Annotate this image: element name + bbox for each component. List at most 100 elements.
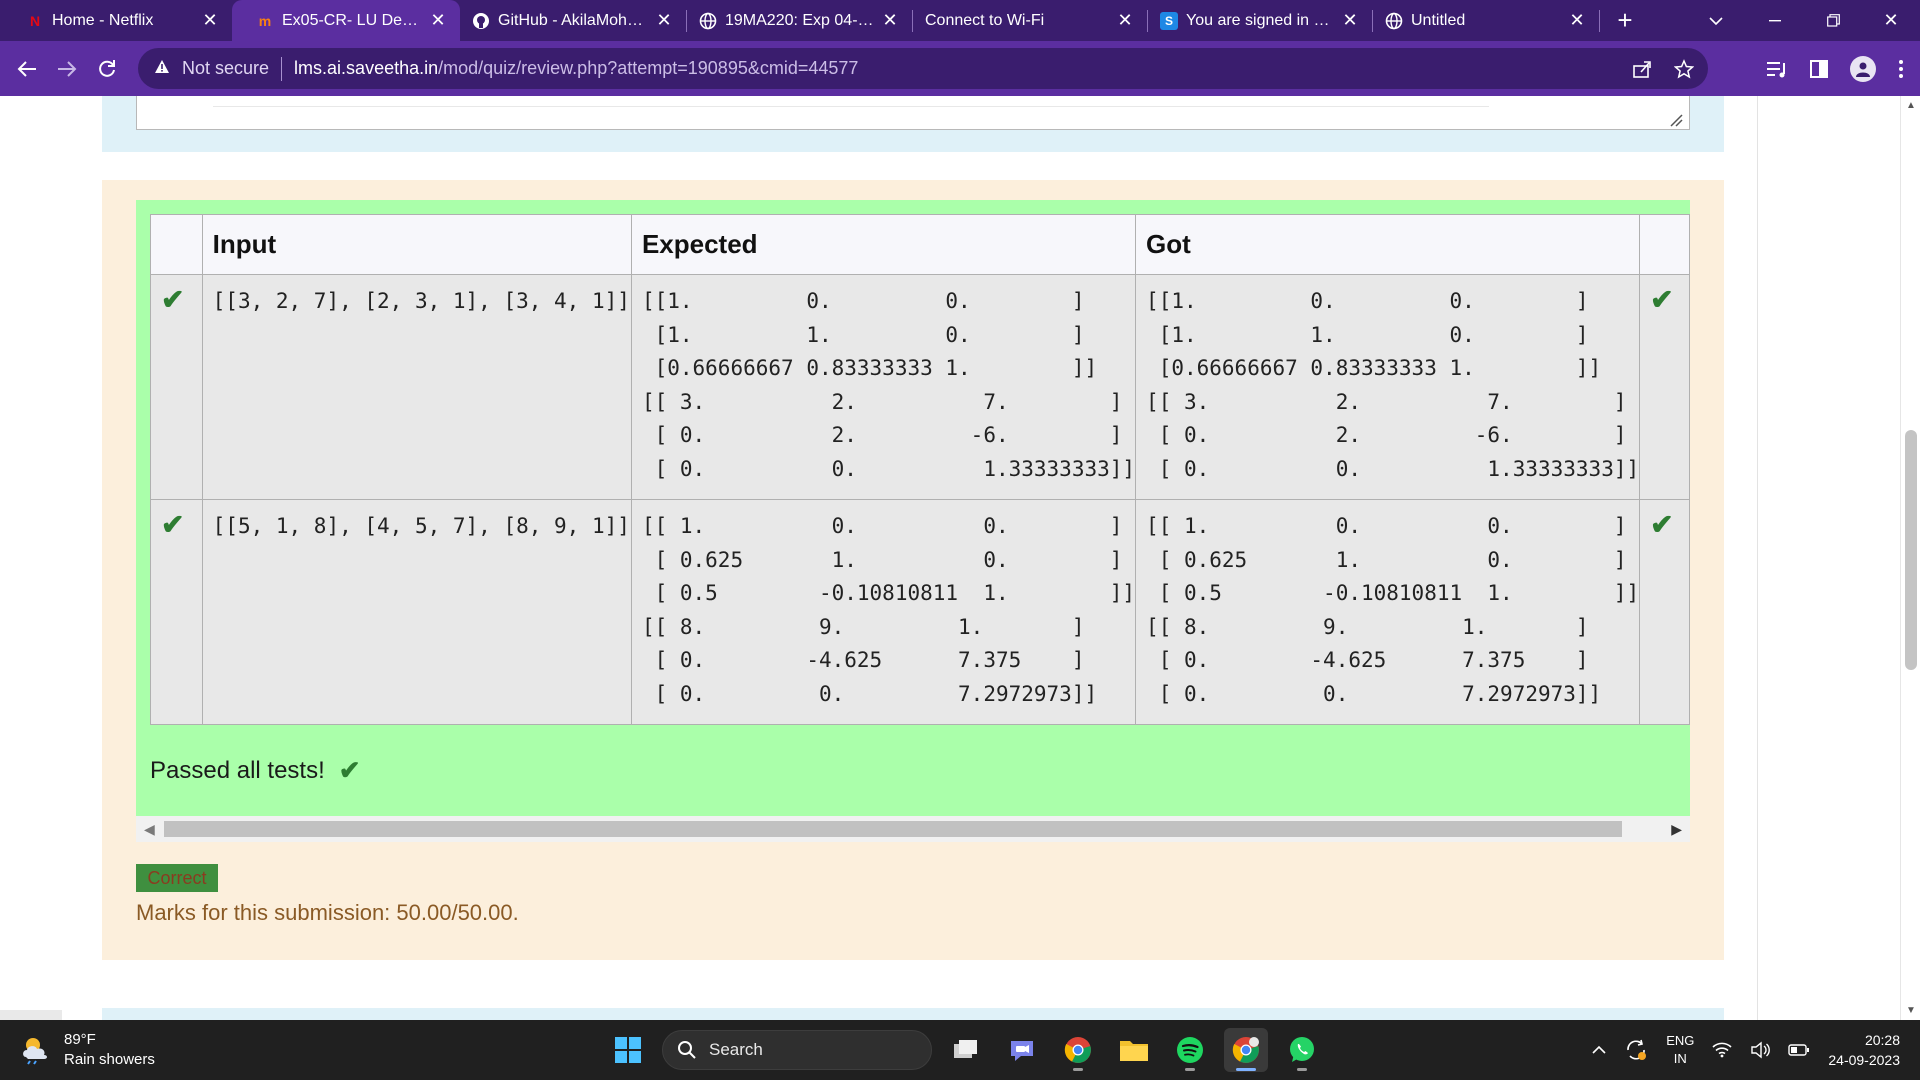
language-indicator[interactable]: ENG IN [1666, 1032, 1694, 1068]
task-view-icon [954, 1040, 977, 1058]
scrollbar-thumb[interactable] [164, 821, 1622, 837]
scroll-left-icon[interactable]: ◀ [144, 821, 155, 838]
clock-time: 20:28 [1864, 1032, 1900, 1048]
forward-button[interactable] [47, 49, 87, 89]
sync-icon[interactable] [1624, 1038, 1648, 1062]
restore-button[interactable] [1804, 0, 1862, 41]
reload-icon [99, 59, 115, 77]
scroll-down-icon[interactable]: ▼ [1906, 1005, 1916, 1016]
start-button[interactable] [606, 1028, 650, 1072]
taskbar: 89°F Rain showers Search ENG IN 20:28 24… [0, 1020, 1920, 1080]
new-tab-button[interactable]: + [1600, 0, 1650, 41]
horizontal-scrollbar[interactable]: ◀ ▶ [136, 816, 1690, 842]
tab-lu-decomposition[interactable]: m Ex05-CR- LU Decomp ✕ [232, 0, 460, 41]
chrome-profile-app[interactable] [1224, 1028, 1268, 1072]
kebab-menu-icon[interactable] [1898, 59, 1904, 79]
taskbar-search[interactable]: Search [662, 1030, 932, 1070]
check-icon: ✔ [338, 755, 361, 785]
spotify-app[interactable] [1168, 1028, 1212, 1072]
result-cell: ✔ [1639, 274, 1690, 500]
url-path: /mod/quiz/review.php?attempt=190895&cmid… [438, 58, 859, 78]
reload-button[interactable] [87, 49, 127, 89]
table-header-row: Input Expected Got [150, 214, 1690, 275]
tab-title: Ex05-CR- LU Decomp [282, 11, 422, 29]
teams-chat-button[interactable] [1000, 1028, 1044, 1072]
side-panel-icon[interactable] [1810, 59, 1828, 78]
got-value: [[1. 0. 0. ] [1. 1. 0. ] [0.66666667 0.8… [1146, 289, 1640, 481]
back-button[interactable] [7, 49, 47, 89]
volume-icon[interactable] [1750, 1041, 1771, 1059]
chevron-up-icon[interactable] [1592, 1045, 1606, 1055]
vertical-scrollbar[interactable]: ▲ ▼ [1900, 96, 1920, 1020]
table-row: ✔ [[5, 1, 8], [4, 5, 7], [8, 9, 1]] [[ 1… [150, 499, 1690, 725]
close-icon[interactable]: ✕ [1340, 10, 1360, 31]
got-cell: [[ 1. 0. 0. ] [ 0.625 1. 0. ] [ 0.5 -0.1… [1135, 499, 1641, 725]
chrome-icon [1232, 1037, 1259, 1063]
check-icon: ✔ [161, 284, 185, 315]
header-input: Input [201, 214, 632, 275]
close-icon[interactable]: ✕ [1115, 10, 1135, 31]
system-tray: ENG IN 20:28 24-09-2023 [1592, 1028, 1900, 1072]
close-icon[interactable]: ✕ [654, 10, 674, 31]
tab-strip: N Home - Netflix ✕ m Ex05-CR- LU Decomp … [0, 0, 1920, 41]
input-value: [[5, 1, 8], [4, 5, 7], [8, 9, 1]] [212, 514, 630, 538]
clock[interactable]: 20:28 24-09-2023 [1828, 1030, 1900, 1070]
media-queue-icon[interactable] [1766, 60, 1788, 78]
tab-github[interactable]: GitHub - AkilaMohan/ ✕ [460, 0, 686, 41]
scroll-right-icon[interactable]: ▶ [1671, 821, 1682, 838]
close-icon[interactable]: ✕ [428, 10, 448, 31]
security-label[interactable]: Not secure [182, 58, 269, 79]
weather-widget[interactable]: 89°F Rain showers [20, 1030, 155, 1070]
lang-bottom: IN [1673, 1051, 1687, 1066]
chevron-down-icon [1709, 16, 1723, 25]
address-divider [281, 56, 283, 81]
answer-textarea[interactable] [136, 96, 1690, 130]
results-table: Input Expected Got ✔ [[3, 2, 7], [2, 3, … [150, 214, 1690, 725]
wifi-icon[interactable] [1712, 1042, 1732, 1058]
tab-exp04[interactable]: 19MA220: Exp 04- Re ✕ [687, 0, 912, 41]
share-icon[interactable] [1632, 60, 1652, 78]
address-bar[interactable]: Not secure lms.ai.saveetha.in/mod/quiz/r… [138, 48, 1708, 89]
whatsapp-app[interactable] [1280, 1028, 1324, 1072]
file-explorer-app[interactable] [1112, 1028, 1156, 1072]
search-icon [678, 1041, 696, 1059]
url-host: lms.ai.saveetha.in [294, 58, 439, 78]
resize-handle-icon[interactable] [1669, 113, 1683, 127]
chat-icon [1011, 1041, 1033, 1061]
taskbar-apps: Search [606, 1028, 1324, 1072]
close-icon[interactable]: ✕ [200, 10, 220, 31]
chrome-app[interactable] [1056, 1028, 1100, 1072]
tab-signed-in[interactable]: S You are signed in as 2 ✕ [1148, 0, 1372, 41]
bookmark-star-icon[interactable] [1674, 58, 1694, 79]
tab-title: GitHub - AkilaMohan/ [498, 11, 648, 29]
page-content: Input Expected Got ✔ [[3, 2, 7], [2, 3, … [0, 96, 1920, 1020]
warning-icon[interactable] [152, 59, 172, 79]
feedback-panel: Input Expected Got ✔ [[3, 2, 7], [2, 3, … [102, 180, 1724, 960]
got-value: [[ 1. 0. 0. ] [ 0.625 1. 0. ] [ 0.5 -0.1… [1146, 514, 1640, 706]
tab-wifi[interactable]: Connect to Wi-Fi ✕ [913, 0, 1147, 41]
check-icon: ✔ [1650, 509, 1674, 540]
tab-title: Home - Netflix [52, 11, 154, 29]
close-icon[interactable]: ✕ [880, 10, 900, 31]
close-icon[interactable]: ✕ [1567, 10, 1587, 31]
person-icon [1856, 62, 1870, 77]
windows-logo-icon [615, 1037, 641, 1063]
got-cell: [[1. 0. 0. ] [1. 1. 0. ] [0.66666667 0.8… [1135, 274, 1641, 500]
weather-text: 89°F Rain showers [64, 1030, 155, 1070]
close-window-button[interactable]: ✕ [1862, 0, 1920, 41]
page-divider [1757, 96, 1758, 1020]
scrollbar-thumb[interactable] [1905, 430, 1917, 670]
tab-untitled[interactable]: Untitled ✕ [1373, 0, 1599, 41]
profile-avatar[interactable] [1850, 55, 1876, 82]
running-indicator [1185, 1068, 1195, 1071]
netflix-icon: N [29, 13, 41, 29]
test-results-box: Input Expected Got ✔ [[3, 2, 7], [2, 3, … [136, 200, 1690, 816]
expected-cell: [[ 1. 0. 0. ] [ 0.625 1. 0. ] [ 0.5 -0.1… [630, 499, 1137, 725]
browser-extensions [1766, 48, 1904, 89]
task-view-button[interactable] [944, 1028, 988, 1072]
minimize-button[interactable] [1746, 0, 1804, 41]
tab-search-button[interactable] [1686, 0, 1746, 41]
battery-icon[interactable] [1788, 1043, 1810, 1057]
scroll-up-icon[interactable]: ▲ [1906, 100, 1916, 111]
tab-netflix[interactable]: N Home - Netflix ✕ [0, 0, 232, 41]
